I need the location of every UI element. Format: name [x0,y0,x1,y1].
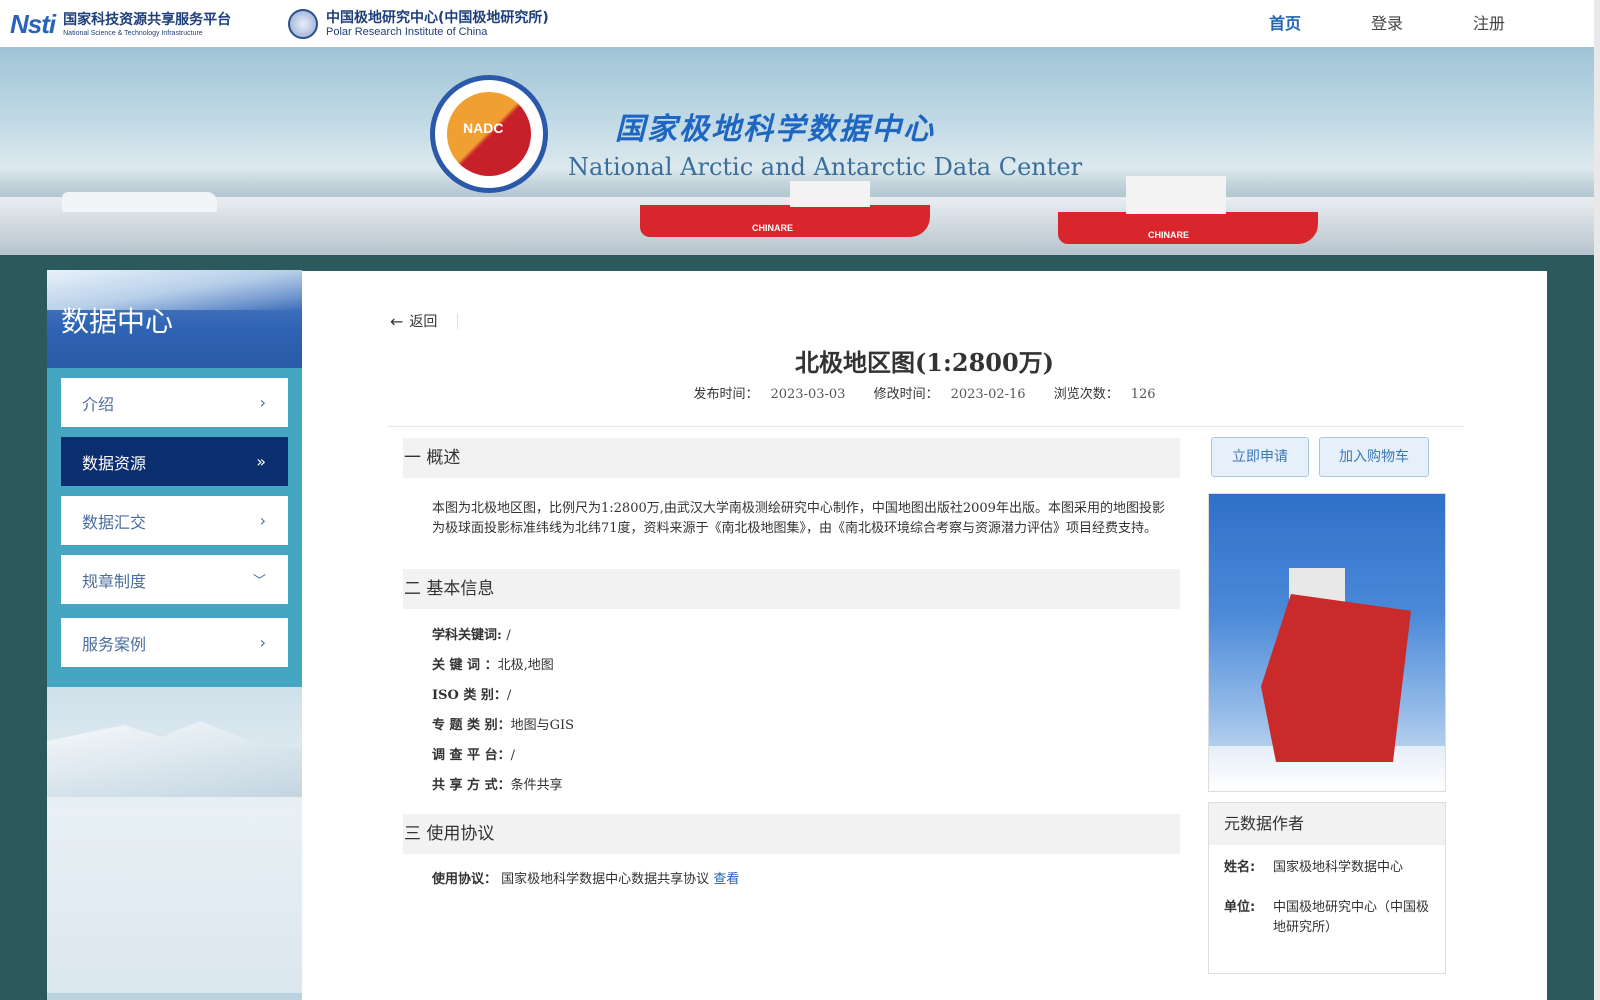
info-row-sharing-mode: 共 享 方 式：条件共享 [432,778,563,793]
author-name-row: 姓名: 国家极地科学数据中心 [1224,858,1433,878]
section-agreement-header: 三 使用协议 [403,814,1180,854]
chevron-down-icon: ﹀ [252,574,266,589]
banner-ship-left: CHINARE [640,181,930,237]
banner-title-en: National Arctic and Antarctic Data Cente… [568,153,1083,181]
sidebar-item-label: 介绍 [82,394,115,414]
apply-button[interactable]: 立即申请 [1211,437,1309,477]
sidebar: 数据中心 介绍 › 数据资源 » 数据汇交 › 规章制度 ﹀ 服务案例 › [47,270,302,1000]
views-count: 126 [1130,387,1156,402]
sidebar-item-regulations[interactable]: 规章制度 ﹀ [61,555,288,604]
nav-register[interactable]: 注册 [1438,0,1540,47]
pri-logo-cn: 中国极地研究中心(中国极地研究所) [326,9,549,26]
nav-home[interactable]: 首页 [1234,0,1336,47]
metadata-author-card: 元数据作者 姓名: 国家极地科学数据中心 单位: 中国极地研究中心（中国极地研究… [1208,802,1446,974]
sidebar-item-data-resources[interactable]: 数据资源 » [61,437,288,486]
icebreaker-hull [1261,594,1411,762]
info-row-iso-category: ISO 类 别：/ [432,688,512,703]
sidebar-heading: 数据中心 [61,305,174,338]
modify-date: 2023-02-16 [950,387,1026,402]
banner-iceberg [62,192,217,212]
nsti-logo-cn: 国家科技资源共享服务平台 [63,11,232,28]
dataset-preview-image[interactable] [1208,493,1446,792]
info-row-subject-keywords: 学科关键词: / [432,628,511,643]
author-name-label: 姓名: [1224,860,1256,875]
sidebar-item-data-submission[interactable]: 数据汇交 › [61,496,288,545]
publish-label: 发布时间： [693,387,759,402]
main-nav: 首页 登录 注册 [1234,0,1540,47]
arrow-left-icon: ← [390,311,404,331]
top-navbar: Nsti 国家科技资源共享服务平台 National Science & Tec… [0,0,1600,47]
views-label: 浏览次数： [1053,387,1119,402]
banner-ship-left-label: CHINARE [752,223,794,233]
add-to-cart-button[interactable]: 加入购物车 [1319,437,1429,477]
sidebar-item-label: 服务案例 [82,634,147,654]
author-name-value: 国家极地科学数据中心 [1273,860,1404,875]
page-scrollbar[interactable] [1594,0,1600,1000]
sidebar-decorative-image [47,687,302,993]
sidebar-menu: 介绍 › 数据资源 » 数据汇交 › 规章制度 ﹀ 服务案例 › [47,368,302,687]
double-chevron-right-icon: » [256,452,266,471]
agreement-label: 使用协议： [432,872,498,887]
section-basic-header: 二 基本信息 [403,569,1180,609]
agreement-view-link[interactable]: 查看 [713,872,739,887]
sidebar-header: 数据中心 [47,270,302,368]
author-unit-label: 单位: [1224,900,1256,915]
page-title: 北极地区图(1:2800万) [794,348,1055,377]
chevron-right-icon: › [259,511,266,530]
chevron-right-icon: › [259,393,266,412]
publish-date: 2023-03-03 [770,387,846,402]
chevron-right-icon: › [259,633,266,652]
meta-line: 发布时间： 2023-03-03 修改时间： 2023-02-16 浏览次数： 126 [302,383,1547,402]
overview-text: 本图为北极地区图，比例尺为1:2800万,由武汉大学南极测绘研究中心制作，中国地… [432,501,1165,536]
author-card-heading: 元数据作者 [1209,803,1445,845]
nsti-logo-mark: Nsti [10,9,56,39]
banner-ship-right: CHINARE [1058,176,1318,244]
pri-logo[interactable]: 中国极地研究中心(中国极地研究所) Polar Research Institu… [288,9,549,39]
nadc-seal-logo: NADC [430,75,548,193]
main-content: ← 返回 北极地区图(1:2800万) 发布时间： 2023-03-03 修改时间… [302,271,1547,1000]
nav-login[interactable]: 登录 [1336,0,1438,47]
banner: NADC 国家极地科学数据中心 National Arctic and Anta… [0,47,1594,255]
divider [388,426,1464,427]
pri-seal-icon [288,9,318,39]
section-overview-header: 一 概述 [403,438,1180,478]
info-row-topic-category: 专 题 类 别：地图与GIS [432,718,575,733]
pri-logo-en: Polar Research Institute of China [326,25,488,38]
author-unit-row: 单位: 中国极地研究中心（中国极地研究所） [1224,898,1433,938]
banner-ship-right-label: CHINARE [1148,230,1190,240]
author-unit-value: 中国极地研究中心（中国极地研究所） [1273,900,1430,935]
agreement-value: 国家极地科学数据中心数据共享协议 [501,872,710,887]
sidebar-item-label: 规章制度 [82,571,147,591]
modify-label: 修改时间： [873,387,939,402]
sidebar-item-service-cases[interactable]: 服务案例 › [61,618,288,667]
nsti-logo[interactable]: Nsti 国家科技资源共享服务平台 National Science & Tec… [10,9,231,40]
sidebar-item-label: 数据汇交 [82,512,147,532]
nadc-seal-text: NADC [463,120,504,136]
info-row-keywords: 关 键 词 ：北极,地图 [432,658,554,673]
sidebar-item-intro[interactable]: 介绍 › [61,378,288,427]
agreement-row: 使用协议： 国家极地科学数据中心数据共享协议 查看 [432,868,739,887]
info-row-survey-platform: 调 查 平 台：/ [432,748,515,763]
back-label: 返回 [409,314,438,330]
banner-title-cn: 国家极地科学数据中心 [615,112,935,147]
back-button[interactable]: ← 返回 [390,311,459,331]
back-divider [457,313,459,329]
nsti-logo-en: National Science & Technology Infrastruc… [63,29,203,37]
sidebar-item-label: 数据资源 [82,453,147,473]
